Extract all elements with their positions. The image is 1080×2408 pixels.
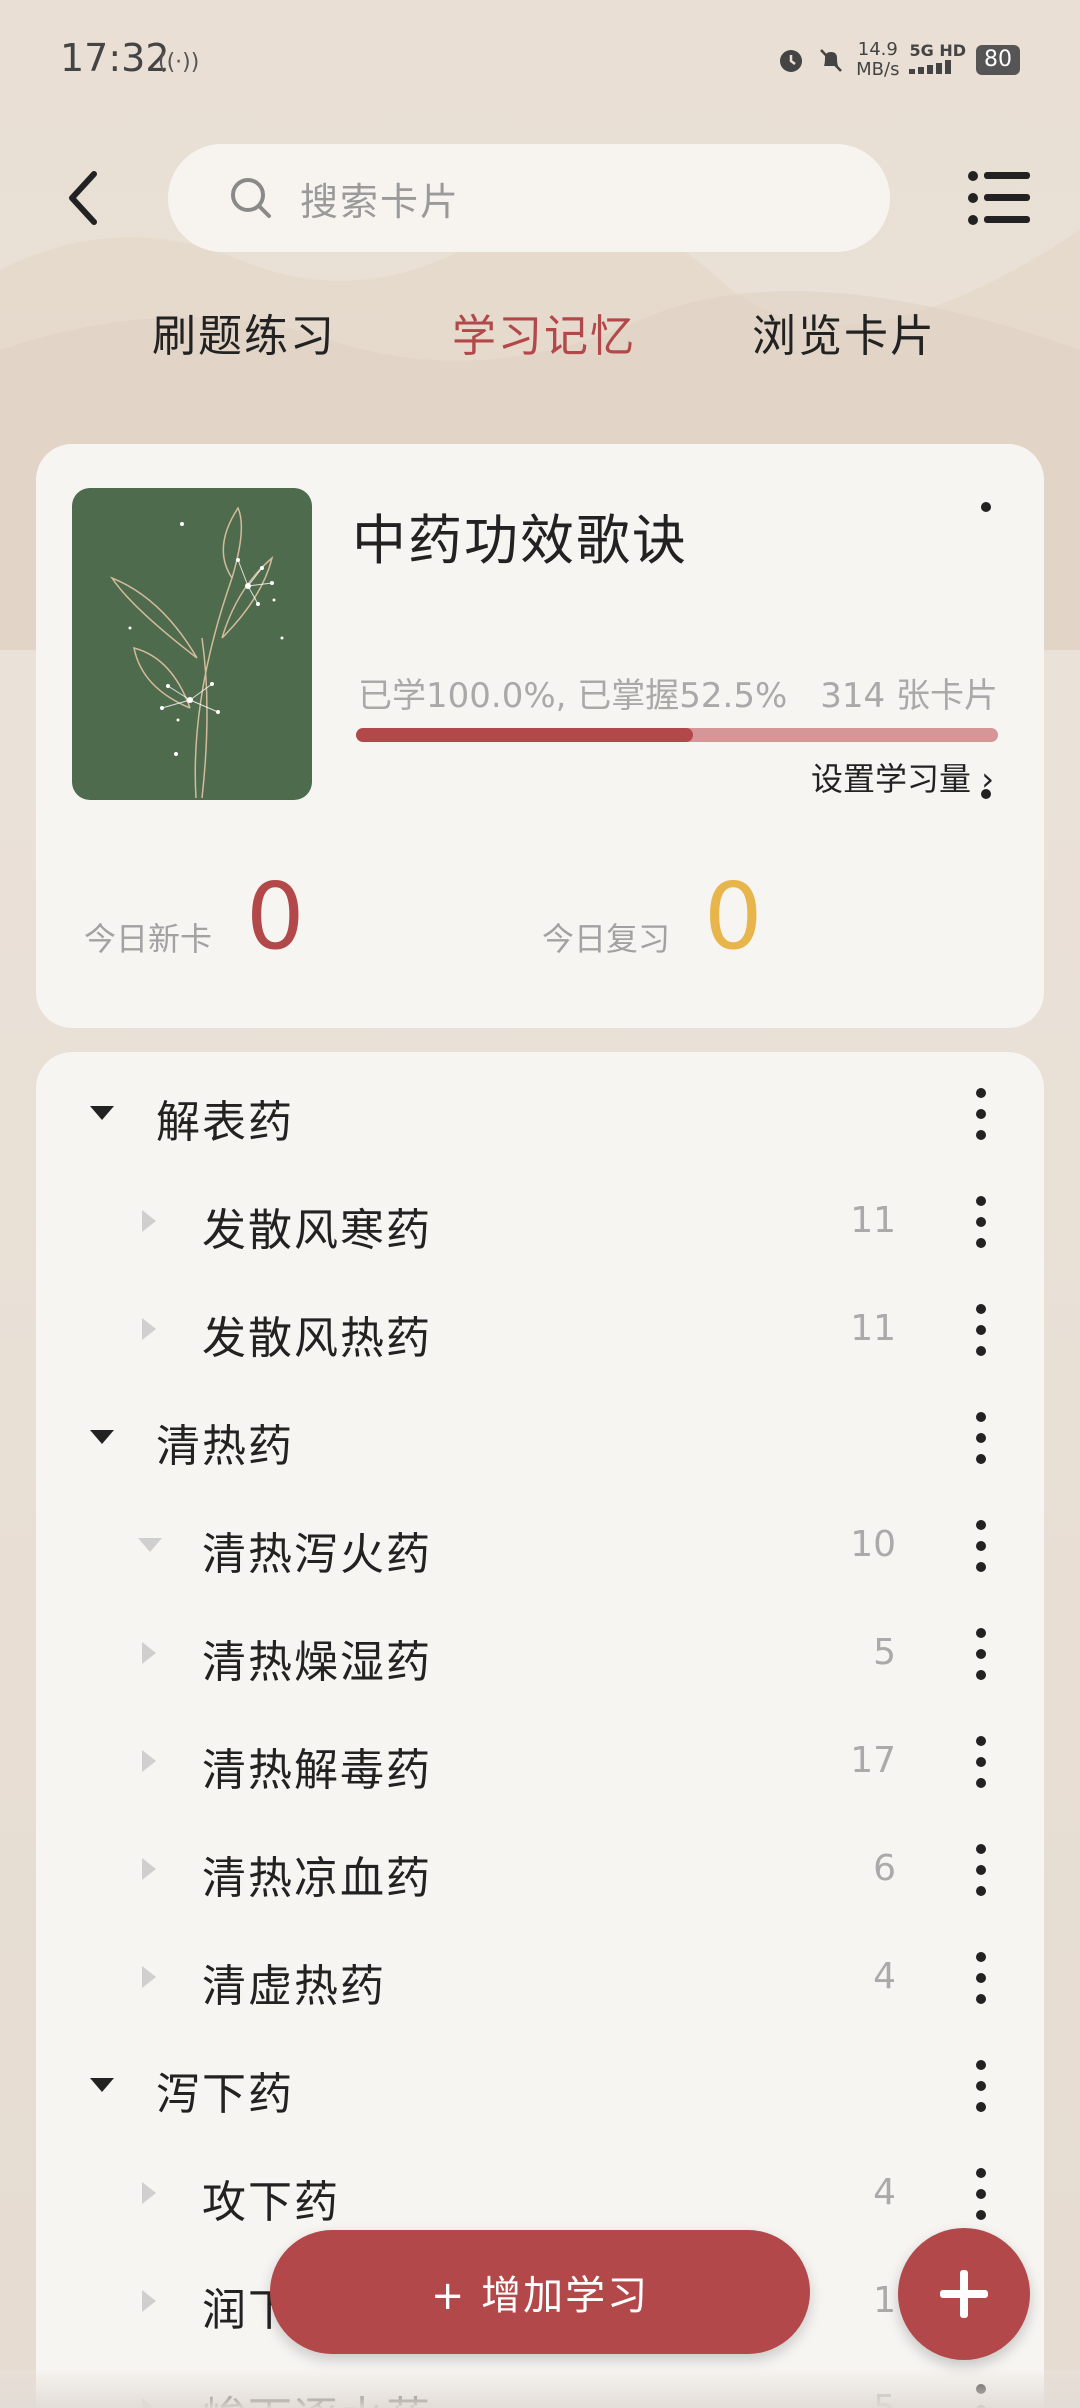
triangle-down-icon[interactable] [88,1102,116,1124]
row-more-icon[interactable] [970,1196,992,1248]
tab-study-memory[interactable]: 学习记忆 [452,300,636,364]
subcategory-row[interactable]: 清虚热药 4 [36,1924,1044,2032]
mastery-progress-bar [356,728,998,742]
subcategory-row[interactable]: 发散风寒药 11 [36,1168,1044,1276]
category-row[interactable]: 解表药 [36,1060,1044,1168]
set-study-amount-link[interactable]: 设置学习量 › [811,754,994,800]
mute-bell-icon [820,49,843,72]
triangle-right-icon[interactable] [136,1210,164,1232]
row-name: 攻下药 [202,2177,340,2228]
row-card-count: 10 [850,1524,896,1565]
row-name: 清热药 [156,1421,294,1472]
progress-text: 已学100.0%, 已掌握52.5% [358,676,788,716]
row-card-count: 4 [873,1956,896,1997]
add-study-button[interactable]: + 增加学习 [270,2230,810,2354]
triangle-down-icon[interactable] [88,2074,116,2096]
triangle-right-icon[interactable] [136,1858,164,1880]
deck-cover-image [72,488,312,800]
net-speed-value: 14.9 [857,39,898,60]
mastery-progress-fill [356,728,694,742]
back-button[interactable] [56,162,112,234]
net-type: 5G HD [909,40,966,60]
plus-icon [940,2270,988,2318]
row-card-count: 6 [873,1848,896,1889]
row-more-icon[interactable] [970,1088,992,1140]
row-card-count: 17 [850,1740,896,1781]
deck-title: 中药功效歌诀 [352,509,688,572]
row-card-count: 5 [873,1632,896,1673]
triangle-right-icon[interactable] [136,2290,164,2312]
deck-card: 中药功效歌诀 已学100.0%, 已掌握52.5% 314 张卡片 设置学习量 … [36,444,1044,1086]
status-time: 17:32 [60,36,170,80]
row-more-icon[interactable] [970,2168,992,2220]
net-speed-unit: MB/s [856,59,900,80]
row-more-icon[interactable] [970,1628,992,1680]
triangle-down-icon[interactable] [136,1534,164,1556]
battery-indicator: 80 [976,45,1020,75]
row-name: 发散风热药 [202,1313,432,1364]
row-name: 清虚热药 [202,1961,386,2012]
row-more-icon[interactable] [970,1520,992,1572]
row-name: 清热凉血药 [202,1853,432,1904]
category-row[interactable]: 泻下药 [36,2032,1044,2140]
row-more-icon[interactable] [970,1412,992,1464]
triangle-right-icon[interactable] [136,1318,164,1340]
subcategory-row[interactable]: 发散风热药 11 [36,1276,1044,1384]
category-list: 解表药发散风寒药 11 发散风热药 11 清热药清热泻火药 10 清热燥湿药 5 清热解毒药 17… [36,1052,1044,2408]
subcategory-row[interactable]: 清热泻火药 10 [36,1492,1044,1600]
subcategory-row[interactable]: 清热凉血药 6 [36,1816,1044,1924]
row-more-icon[interactable] [970,2060,992,2112]
row-name: 清热解毒药 [202,1745,432,1796]
review-today-label: 今日复习 [542,920,671,958]
subcategory-row[interactable]: 清热燥湿药 5 [36,1600,1044,1708]
bottom-fade [0,2370,1080,2408]
tab-bar: 刷题练习 学习记忆 浏览卡片 [0,300,1080,380]
new-today-label: 今日新卡 [84,920,213,958]
triangle-right-icon[interactable] [136,1642,164,1664]
search-icon [231,178,271,218]
tab-practice[interactable]: 刷题练习 [152,300,336,364]
triangle-right-icon[interactable] [136,1966,164,1988]
search-placeholder: 搜索卡片 [300,179,461,224]
list-menu-icon[interactable] [968,168,1030,228]
net-speed: 14.9 MB/s [856,40,899,80]
row-more-icon[interactable] [970,1304,992,1356]
review-today-value: 0 [704,863,763,970]
alarm-icon [780,50,803,72]
category-row[interactable]: 清热药 [36,1384,1044,1492]
cell-signal: 5G HD [909,40,966,78]
status-bar: 17:32 ((·)) 14.9 MB/s 5G HD 80 [0,0,1080,120]
row-name: 泻下药 [156,2069,294,2120]
status-icons: 14.9 MB/s 5G HD 80 [776,40,1020,80]
row-more-icon[interactable] [970,1952,992,2004]
row-more-icon[interactable] [970,1736,992,1788]
row-card-count: 1 [873,2280,896,2321]
new-today-value: 0 [246,863,305,970]
row-name: 解表药 [156,1097,294,1148]
row-name: 清热燥湿药 [202,1637,432,1688]
dandelion-illustration [110,506,284,799]
search-input[interactable]: 搜索卡片 [168,144,890,252]
row-name: 清热泻火药 [202,1529,432,1580]
row-card-count: 11 [850,1200,896,1241]
triangle-right-icon[interactable] [136,2182,164,2204]
tab-browse-cards[interactable]: 浏览卡片 [752,300,936,364]
row-card-count: 11 [850,1308,896,1349]
row-name: 发散风寒药 [202,1205,432,1256]
chevron-left-icon [69,171,97,225]
add-fab[interactable] [898,2228,1030,2360]
signal-bars-icon [909,59,952,74]
triangle-right-icon[interactable] [136,1750,164,1772]
card-count: 314 张卡片 [820,676,998,716]
row-more-icon[interactable] [970,1844,992,1896]
subcategory-row[interactable]: 清热解毒药 17 [36,1708,1044,1816]
triangle-down-icon[interactable] [88,1426,116,1448]
hotspot-icon: ((·)) [158,50,200,75]
row-card-count: 4 [873,2172,896,2213]
